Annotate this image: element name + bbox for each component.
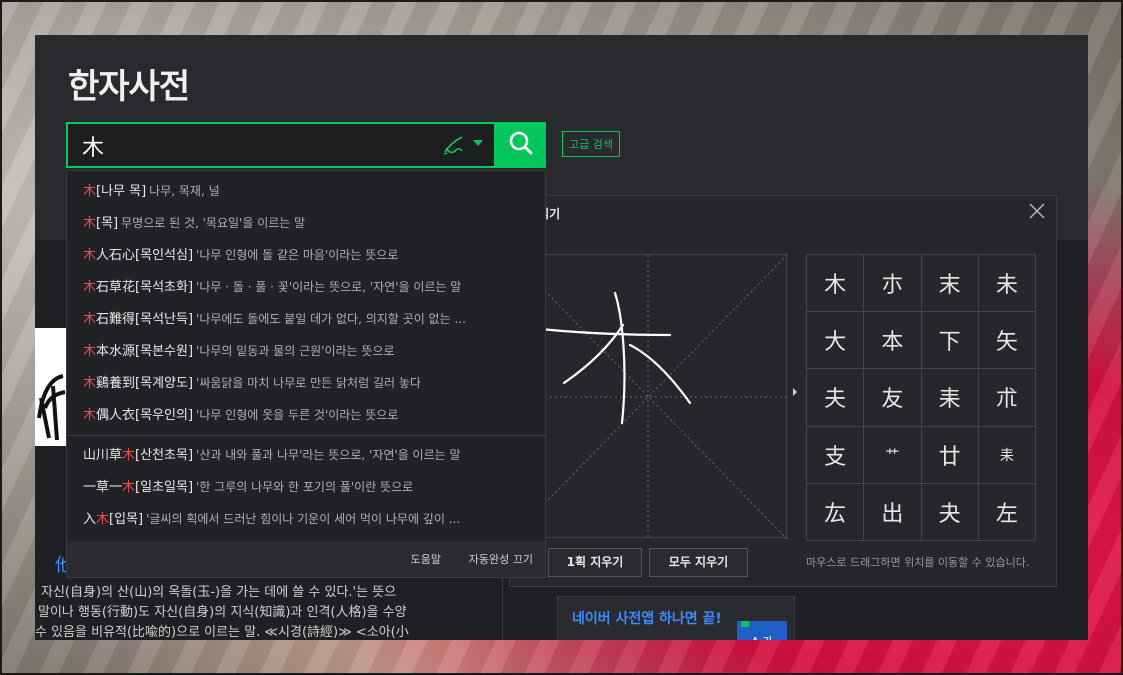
- candidate-char[interactable]: 廿: [921, 426, 979, 484]
- candidate-char[interactable]: 耒: [921, 369, 979, 427]
- autocomplete-item[interactable]: 一草一木[일초일목] '한 그루의 나무와 한 포기의 풀'이란 뜻으로: [83, 475, 533, 499]
- autocomplete-divider: [67, 435, 545, 436]
- candidate-char[interactable]: 本: [864, 312, 922, 370]
- candidate-char[interactable]: 木: [807, 255, 865, 313]
- candidate-char[interactable]: 支: [807, 426, 865, 484]
- handwriting-pen-icon[interactable]: [442, 134, 466, 160]
- autocomplete-item[interactable]: 木石難得[목석난득] '나무에도 돌에도 붙일 데가 없다, 의지할 곳이 없는 …: [83, 307, 533, 331]
- autocomplete-item[interactable]: 木人石心[목인석심] '나무 인형에 돌 같은 마음'이라는 뜻으로: [83, 243, 533, 267]
- search-input[interactable]: [80, 130, 424, 162]
- autocomplete-item[interactable]: 入木[입목] '글씨의 획에서 드러난 힘이나 기운이 세어 먹이 나무에 깊이 …: [83, 507, 533, 531]
- candidate-char[interactable]: 未: [978, 255, 1036, 313]
- close-icon[interactable]: [1028, 202, 1046, 220]
- drag-hint: 마우스로 드래그하면 위치를 이동할 수 있습니다.: [806, 556, 1030, 569]
- app-promo-banner[interactable]: 네이버 사전앱 하나면 끝! A 가: [557, 596, 795, 640]
- candidate-grid: 木 朩 末 未 大 本 下 矢 夫 友 耒 朮 支 艹 廿 耒 厷 出 夬 左: [806, 254, 1036, 541]
- candidate-char[interactable]: 朮: [978, 369, 1036, 427]
- autocomplete-item[interactable]: 木[목] 무명으로 된 것, '목요일'을 이르는 말: [83, 211, 533, 235]
- page-title: 한자사전: [68, 67, 190, 107]
- autocomplete-item[interactable]: 木本水源[목본수원] '나무의 밑동과 물의 근원'이라는 뜻으로: [83, 339, 533, 363]
- candidate-char[interactable]: 朩: [864, 255, 922, 313]
- entry-image: [35, 328, 66, 446]
- candidate-char[interactable]: 友: [864, 369, 922, 427]
- autocomplete-item[interactable]: 木偶人衣[목우인의] '나무 인형에 옷을 두른 것'이라는 뜻으로: [83, 403, 533, 427]
- autocomplete-item[interactable]: 山川草木[산천초목] '산과 내와 풀과 나무'라는 뜻으로, '자연'을 이르는…: [83, 443, 533, 467]
- candidate-char[interactable]: 夫: [807, 369, 865, 427]
- candidate-char[interactable]: 矢: [978, 312, 1036, 370]
- autocomplete-off-link[interactable]: 자동완성 끄기: [469, 551, 533, 567]
- clear-stroke-button[interactable]: 1획 지우기: [548, 548, 642, 577]
- handwriting-recognizer[interactable]: 기인식기 木 朩 末 未 大 本 下 矢 夫: [509, 195, 1057, 587]
- dictionary-app-icon: A 가: [737, 621, 787, 640]
- candidate-char[interactable]: 厷: [807, 483, 865, 541]
- entry-line: 말이나 행동(行動)도 자신(自身)의 지식(知識)과 인격(人格)을 수양: [38, 605, 407, 620]
- candidate-char[interactable]: 左: [978, 483, 1036, 541]
- candidate-char[interactable]: 末: [921, 255, 979, 313]
- entry-line: 자신(自身)의 산(山)의 옥돌(玉-)을 가는 데에 쓸 수 있다.'는 뜻으: [41, 585, 397, 600]
- candidate-char[interactable]: 耒: [978, 426, 1036, 484]
- advanced-search-button[interactable]: 고급 검색: [562, 131, 620, 157]
- entry-line: 수 있음을 비유적(比喩的)으로 이르는 말. ≪시경(詩經)≫ <소아(小: [35, 625, 409, 640]
- chevron-down-icon[interactable]: [473, 140, 483, 146]
- search-box[interactable]: [66, 122, 496, 168]
- autocomplete-item[interactable]: 木鷄養到[목계양도] '싸움닭을 마치 나무로 만든 닭처럼 길러 놓다: [83, 371, 533, 395]
- search-icon: [508, 130, 534, 160]
- dictionary-panel: 한자사전 고급 검색 他 자신(自身)의 산(山)의 옥돌(玉-)을 가는 데에…: [35, 35, 1088, 640]
- autocomplete-footer: 도움말 자동완성 끄기: [67, 541, 545, 577]
- candidate-char[interactable]: 夬: [921, 483, 979, 541]
- autocomplete-dropdown: 木[나무 목] 나무, 목재, 널 木[목] 무명으로 된 것, '목요일'을 이르…: [66, 170, 546, 578]
- autocomplete-item[interactable]: 木石草花[목석초화] '나무 · 돌 · 풀 · 꽃'이라는 뜻으로, '자연'을…: [83, 275, 533, 299]
- promo-text: 네이버 사전앱 하나면 끝!: [572, 611, 722, 627]
- candidate-char[interactable]: 下: [921, 312, 979, 370]
- candidate-char[interactable]: 大: [807, 312, 865, 370]
- candidate-char[interactable]: 出: [864, 483, 922, 541]
- entry-description: 자신(自身)의 산(山)의 옥돌(玉-)을 가는 데에 쓸 수 있다.'는 뜻으…: [35, 583, 475, 640]
- help-link[interactable]: 도움말: [411, 551, 441, 567]
- search-button[interactable]: [496, 122, 546, 168]
- candidate-char[interactable]: 艹: [864, 426, 922, 484]
- drawing-canvas[interactable]: [509, 254, 788, 540]
- chevron-right-icon: [793, 388, 797, 396]
- clear-all-button[interactable]: 모두 지우기: [649, 548, 748, 577]
- autocomplete-item[interactable]: 木[나무 목] 나무, 목재, 널: [83, 179, 533, 203]
